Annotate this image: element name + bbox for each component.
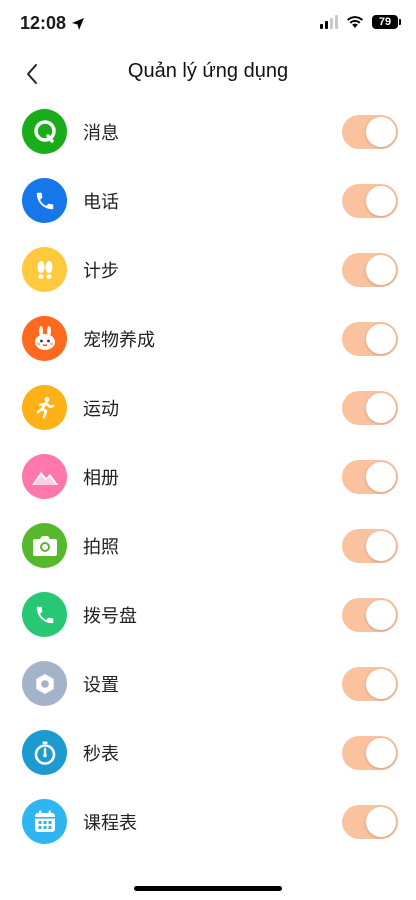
dialpad-phone-icon bbox=[22, 592, 67, 637]
toggle-knob bbox=[366, 806, 396, 837]
toggle-knob bbox=[366, 530, 396, 561]
header: Quản lý ứng dụng bbox=[0, 52, 416, 96]
toggle-knob bbox=[366, 737, 396, 768]
app-name: 电话 bbox=[83, 191, 119, 213]
status-bar: 12:08 79 bbox=[0, 0, 416, 50]
app-name: 计步 bbox=[83, 260, 119, 282]
app-toggle[interactable] bbox=[342, 804, 398, 839]
app-row-pet: 宠物养成 bbox=[0, 304, 416, 373]
app-toggle[interactable] bbox=[342, 390, 398, 425]
app-toggle[interactable] bbox=[342, 321, 398, 356]
running-icon bbox=[22, 385, 67, 430]
toggle-knob bbox=[366, 392, 396, 423]
app-row-dialpad: 拨号盘 bbox=[0, 580, 416, 649]
app-name: 消息 bbox=[83, 122, 119, 144]
battery-icon: 79 bbox=[372, 15, 401, 29]
wifi-icon bbox=[347, 16, 363, 28]
message-icon bbox=[22, 109, 67, 154]
phone-icon bbox=[22, 178, 67, 223]
toggle-knob bbox=[366, 323, 396, 354]
location-arrow-icon bbox=[72, 17, 85, 30]
footsteps-icon bbox=[22, 247, 67, 292]
app-name: 秒表 bbox=[83, 743, 119, 765]
app-name: 相册 bbox=[83, 467, 119, 489]
app-toggle[interactable] bbox=[342, 735, 398, 770]
app-toggle[interactable] bbox=[342, 597, 398, 632]
app-list: 消息 电话 计步 宠物养成 运动 相册 拍照 拨号盘 设置 秒表 课程表 bbox=[0, 97, 416, 856]
home-indicator[interactable] bbox=[134, 886, 282, 891]
app-row-settings: 设置 bbox=[0, 649, 416, 718]
toggle-knob bbox=[366, 254, 396, 285]
app-name: 课程表 bbox=[83, 812, 137, 834]
app-name: 拍照 bbox=[83, 536, 119, 558]
app-toggle[interactable] bbox=[342, 666, 398, 701]
app-row-camera: 拍照 bbox=[0, 511, 416, 580]
app-toggle[interactable] bbox=[342, 183, 398, 218]
cellular-signal-icon bbox=[320, 15, 338, 29]
album-mountain-icon bbox=[22, 454, 67, 499]
settings-hex-icon bbox=[22, 661, 67, 706]
calendar-icon bbox=[22, 799, 67, 844]
app-toggle[interactable] bbox=[342, 528, 398, 563]
app-name: 宠物养成 bbox=[83, 329, 155, 351]
toggle-knob bbox=[366, 461, 396, 492]
toggle-knob bbox=[366, 599, 396, 630]
status-indicators: 79 bbox=[320, 15, 401, 29]
toggle-knob bbox=[366, 116, 396, 147]
app-row-stopwatch: 秒表 bbox=[0, 718, 416, 787]
app-row-phone: 电话 bbox=[0, 166, 416, 235]
stopwatch-icon bbox=[22, 730, 67, 775]
camera-icon bbox=[22, 523, 67, 568]
app-toggle[interactable] bbox=[342, 114, 398, 149]
app-toggle[interactable] bbox=[342, 459, 398, 494]
pet-rabbit-icon bbox=[22, 316, 67, 361]
page-title: Quản lý ứng dụng bbox=[127, 60, 289, 82]
app-row-sport: 运动 bbox=[0, 373, 416, 442]
status-time: 12:08 bbox=[20, 13, 85, 34]
app-row-album: 相册 bbox=[0, 442, 416, 511]
app-name: 拨号盘 bbox=[83, 605, 137, 627]
app-row-messages: 消息 bbox=[0, 97, 416, 166]
app-toggle[interactable] bbox=[342, 252, 398, 287]
toggle-knob bbox=[366, 668, 396, 699]
status-time-label: 12:08 bbox=[20, 13, 67, 33]
app-row-steps: 计步 bbox=[0, 235, 416, 304]
toggle-knob bbox=[366, 185, 396, 216]
app-row-timetable: 课程表 bbox=[0, 787, 416, 856]
app-name: 运动 bbox=[83, 398, 119, 420]
app-name: 设置 bbox=[83, 674, 119, 696]
